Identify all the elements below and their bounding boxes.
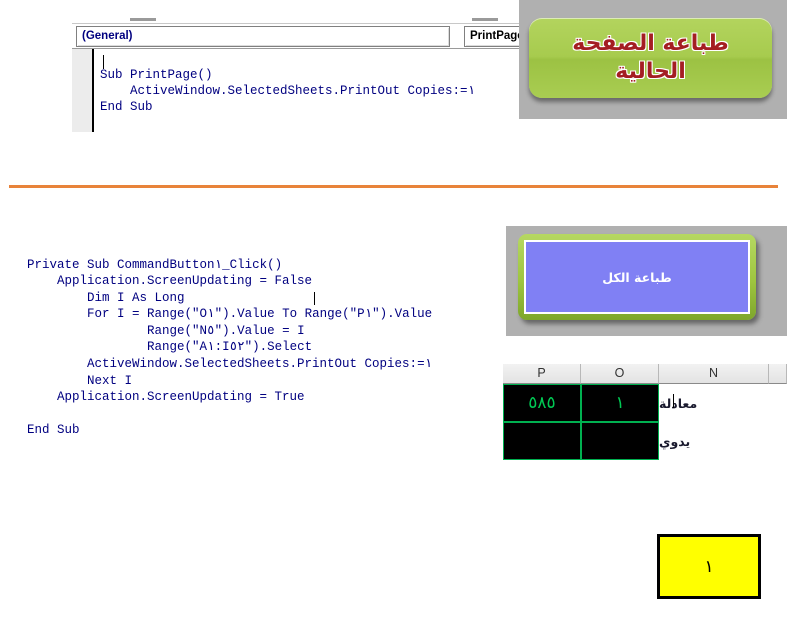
print-current-page-label-line2: الحالية bbox=[615, 59, 686, 84]
vba-editor-window: (General) PrintPage Sub PrintPage() Acti… bbox=[72, 16, 524, 132]
cell-label-formula-text: معادلة bbox=[659, 395, 698, 411]
title-strip-tick-right bbox=[472, 18, 498, 21]
table-row: ٥٨٥ ١ معادلة bbox=[503, 384, 787, 422]
column-header-p[interactable]: P bbox=[503, 364, 581, 384]
print-current-page-label-line1: طباعة الصفحة bbox=[572, 31, 729, 56]
print-current-page-panel: طباعة الصفحة الحالية bbox=[519, 0, 787, 119]
editor-title-strip bbox=[72, 16, 524, 23]
table-row: يدوي bbox=[503, 422, 787, 460]
cell-label-manual[interactable]: يدوي bbox=[659, 422, 769, 460]
cell-p-formula-value[interactable]: ٥٨٥ bbox=[503, 384, 581, 422]
section-divider bbox=[9, 185, 778, 188]
cell-label-formula[interactable]: معادلة bbox=[659, 384, 769, 422]
print-all-button-face[interactable]: طباعة الكل bbox=[524, 240, 750, 314]
cell-o-formula-value[interactable]: ١ bbox=[581, 384, 659, 422]
cell-edge-row1 bbox=[769, 384, 787, 422]
command-button-click-code: Private Sub CommandButton١_Click() Appli… bbox=[27, 257, 433, 438]
text-caret bbox=[103, 55, 104, 69]
cell-p-manual-value[interactable] bbox=[503, 422, 581, 460]
title-strip-tick-left bbox=[130, 18, 156, 21]
cell-o-manual-value[interactable] bbox=[581, 422, 659, 460]
editor-dropdown-bar: (General) PrintPage bbox=[72, 23, 524, 49]
print-all-panel: طباعة الكل bbox=[506, 226, 787, 336]
column-header-o[interactable]: O bbox=[581, 364, 659, 384]
code-text-caret bbox=[314, 292, 315, 305]
cell-label-manual-text: يدوي bbox=[659, 433, 691, 449]
cell-edge-row2 bbox=[769, 422, 787, 460]
print-current-page-button[interactable]: طباعة الصفحة الحالية bbox=[529, 18, 772, 98]
print-all-button[interactable]: طباعة الكل bbox=[518, 234, 756, 320]
object-dropdown[interactable]: (General) bbox=[76, 26, 450, 47]
editor-code-text[interactable]: Sub PrintPage() ActiveWindow.SelectedShe… bbox=[100, 67, 475, 115]
spreadsheet-grid: P O N ٥٨٥ ١ معادلة يدوي bbox=[503, 364, 787, 469]
column-header-n[interactable]: N bbox=[659, 364, 769, 384]
print-all-label: طباعة الكل bbox=[602, 269, 672, 285]
procedure-dropdown[interactable]: PrintPage bbox=[464, 26, 524, 47]
cell-text-caret bbox=[673, 394, 674, 408]
editor-margin-indicator-bar bbox=[72, 49, 94, 132]
page-number-box[interactable]: ١ bbox=[657, 534, 761, 599]
column-header-row: P O N bbox=[503, 364, 787, 384]
editor-code-area[interactable]: Sub PrintPage() ActiveWindow.SelectedShe… bbox=[72, 49, 524, 132]
column-header-edge[interactable] bbox=[769, 364, 787, 384]
